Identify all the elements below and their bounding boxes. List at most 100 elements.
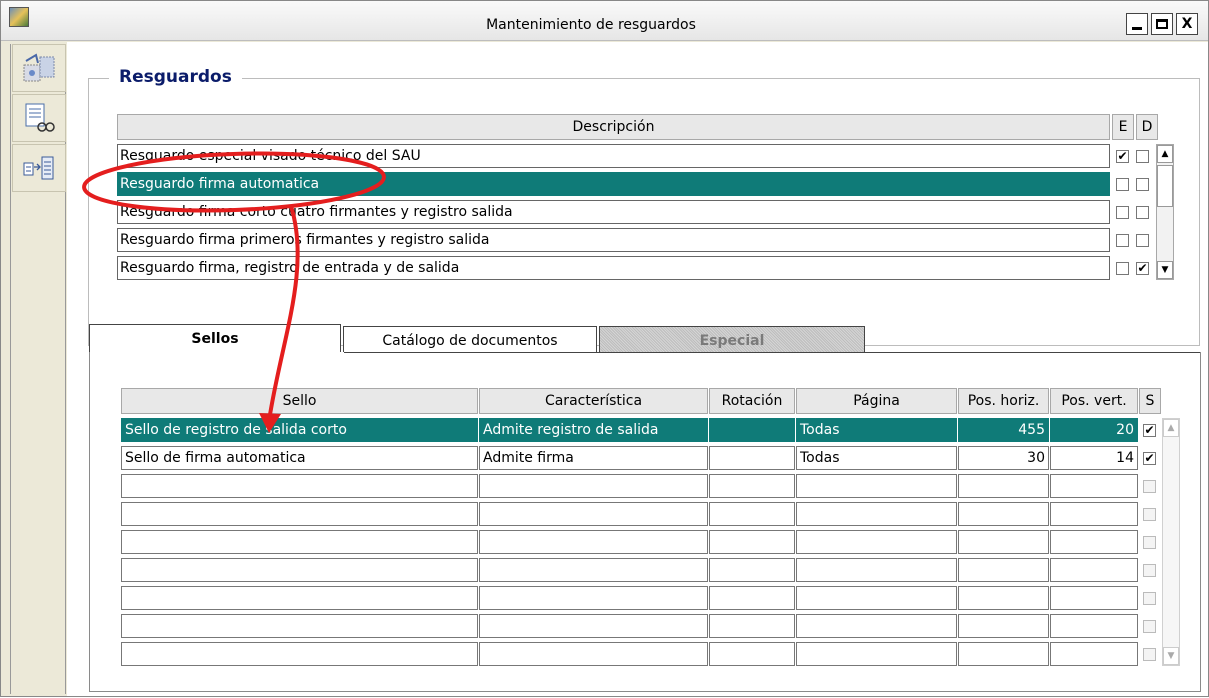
pos-horiz-cell[interactable] [958, 586, 1049, 610]
checkbox-s[interactable]: ✔ [1143, 424, 1156, 437]
title-bar[interactable]: Mantenimiento de resguardos X [1, 1, 1208, 41]
rotacion-cell[interactable] [709, 418, 795, 442]
caracteristica-cell[interactable] [479, 558, 708, 582]
checkbox-d[interactable] [1136, 150, 1149, 163]
pagina-cell[interactable] [796, 642, 957, 666]
checkbox-s[interactable] [1143, 480, 1156, 493]
pagina-cell[interactable]: Todas [796, 418, 957, 442]
checkbox-d[interactable] [1136, 234, 1149, 247]
sello-cell[interactable] [121, 642, 478, 666]
rotacion-cell[interactable] [709, 474, 795, 498]
toolbar-view-button[interactable] [12, 94, 66, 142]
caracteristica-cell[interactable] [479, 586, 708, 610]
header-s[interactable]: S [1139, 388, 1161, 414]
scroll-down-icon[interactable]: ▼ [1163, 647, 1179, 665]
pos-vert-cell[interactable] [1050, 474, 1138, 498]
checkbox-d[interactable] [1136, 206, 1149, 219]
pos-horiz-cell[interactable] [958, 502, 1049, 526]
header-pagina[interactable]: Página [796, 388, 957, 414]
sello-cell[interactable] [121, 558, 478, 582]
header-pos-vert[interactable]: Pos. vert. [1050, 388, 1138, 414]
pagina-cell[interactable] [796, 502, 957, 526]
pos-horiz-cell[interactable]: 30 [958, 446, 1049, 470]
checkbox-s[interactable] [1143, 648, 1156, 661]
sello-cell[interactable] [121, 502, 478, 526]
pos-vert-cell[interactable] [1050, 586, 1138, 610]
checkbox-e[interactable]: ✔ [1116, 150, 1129, 163]
sellos-scrollbar[interactable]: ▲ ▼ [1162, 418, 1180, 666]
rotacion-cell[interactable] [709, 614, 795, 638]
sello-cell[interactable]: Sello de firma automatica [121, 446, 478, 470]
resguardo-row[interactable]: Resguardo firma primeros firmantes y reg… [117, 228, 1110, 252]
header-sello[interactable]: Sello [121, 388, 478, 414]
caracteristica-cell[interactable] [479, 530, 708, 554]
close-button[interactable]: X [1176, 13, 1198, 35]
maximize-button[interactable] [1151, 13, 1173, 35]
pos-horiz-cell[interactable] [958, 614, 1049, 638]
sello-cell[interactable]: Sello de registro de salida corto [121, 418, 478, 442]
caracteristica-cell[interactable]: Admite registro de salida [479, 418, 708, 442]
pos-vert-cell[interactable] [1050, 614, 1138, 638]
scroll-up-icon[interactable]: ▲ [1157, 145, 1173, 163]
pos-horiz-cell[interactable] [958, 558, 1049, 582]
header-rotacion[interactable]: Rotación [709, 388, 795, 414]
caracteristica-cell[interactable] [479, 614, 708, 638]
rotacion-cell[interactable] [709, 558, 795, 582]
header-caracteristica[interactable]: Característica [479, 388, 708, 414]
rotacion-cell[interactable] [709, 530, 795, 554]
header-d[interactable]: D [1136, 114, 1158, 140]
rotacion-cell[interactable] [709, 502, 795, 526]
checkbox-s[interactable] [1143, 592, 1156, 605]
pos-vert-cell[interactable] [1050, 642, 1138, 666]
pos-horiz-cell[interactable]: 455 [958, 418, 1049, 442]
checkbox-s[interactable]: ✔ [1143, 452, 1156, 465]
pos-horiz-cell[interactable] [958, 530, 1049, 554]
checkbox-s[interactable] [1143, 536, 1156, 549]
pos-vert-cell[interactable] [1050, 502, 1138, 526]
pos-vert-cell[interactable]: 20 [1050, 418, 1138, 442]
checkbox-e[interactable] [1116, 206, 1129, 219]
header-e[interactable]: E [1112, 114, 1134, 140]
rotacion-cell[interactable] [709, 586, 795, 610]
minimize-button[interactable] [1126, 13, 1148, 35]
checkbox-e[interactable] [1116, 262, 1129, 275]
scroll-thumb[interactable] [1157, 165, 1173, 207]
sello-cell[interactable] [121, 474, 478, 498]
pagina-cell[interactable] [796, 474, 957, 498]
resguardo-row[interactable]: Resguardo firma, registro de entrada y d… [117, 256, 1110, 280]
checkbox-d[interactable] [1136, 178, 1149, 191]
caracteristica-cell[interactable] [479, 474, 708, 498]
resguardo-row[interactable]: Resguardo firma corto cuatro firmantes y… [117, 200, 1110, 224]
checkbox-d[interactable]: ✔ [1136, 262, 1149, 275]
checkbox-s[interactable] [1143, 508, 1156, 521]
pos-vert-cell[interactable]: 14 [1050, 446, 1138, 470]
checkbox-s[interactable] [1143, 564, 1156, 577]
header-pos-horiz[interactable]: Pos. horiz. [958, 388, 1049, 414]
rotacion-cell[interactable] [709, 446, 795, 470]
resguardo-row[interactable]: Resguardo especial visado técnico del SA… [117, 144, 1110, 168]
pos-vert-cell[interactable] [1050, 530, 1138, 554]
caracteristica-cell[interactable]: Admite firma [479, 446, 708, 470]
caracteristica-cell[interactable] [479, 642, 708, 666]
sello-cell[interactable] [121, 614, 478, 638]
pagina-cell[interactable] [796, 586, 957, 610]
scroll-down-icon[interactable]: ▼ [1157, 261, 1173, 279]
sello-cell[interactable] [121, 586, 478, 610]
toolbar-wizard-button[interactable] [12, 44, 66, 92]
header-descripcion[interactable]: Descripción [117, 114, 1110, 140]
pos-vert-cell[interactable] [1050, 558, 1138, 582]
pagina-cell[interactable] [796, 614, 957, 638]
scroll-up-icon[interactable]: ▲ [1163, 419, 1179, 437]
resguardo-row-selected[interactable]: Resguardo firma automatica [117, 172, 1110, 196]
rotacion-cell[interactable] [709, 642, 795, 666]
pos-horiz-cell[interactable] [958, 642, 1049, 666]
pagina-cell[interactable]: Todas [796, 446, 957, 470]
checkbox-s[interactable] [1143, 620, 1156, 633]
checkbox-e[interactable] [1116, 178, 1129, 191]
sello-cell[interactable] [121, 530, 478, 554]
pagina-cell[interactable] [796, 530, 957, 554]
pagina-cell[interactable] [796, 558, 957, 582]
toolbar-transfer-button[interactable] [12, 144, 66, 192]
caracteristica-cell[interactable] [479, 502, 708, 526]
checkbox-e[interactable] [1116, 234, 1129, 247]
